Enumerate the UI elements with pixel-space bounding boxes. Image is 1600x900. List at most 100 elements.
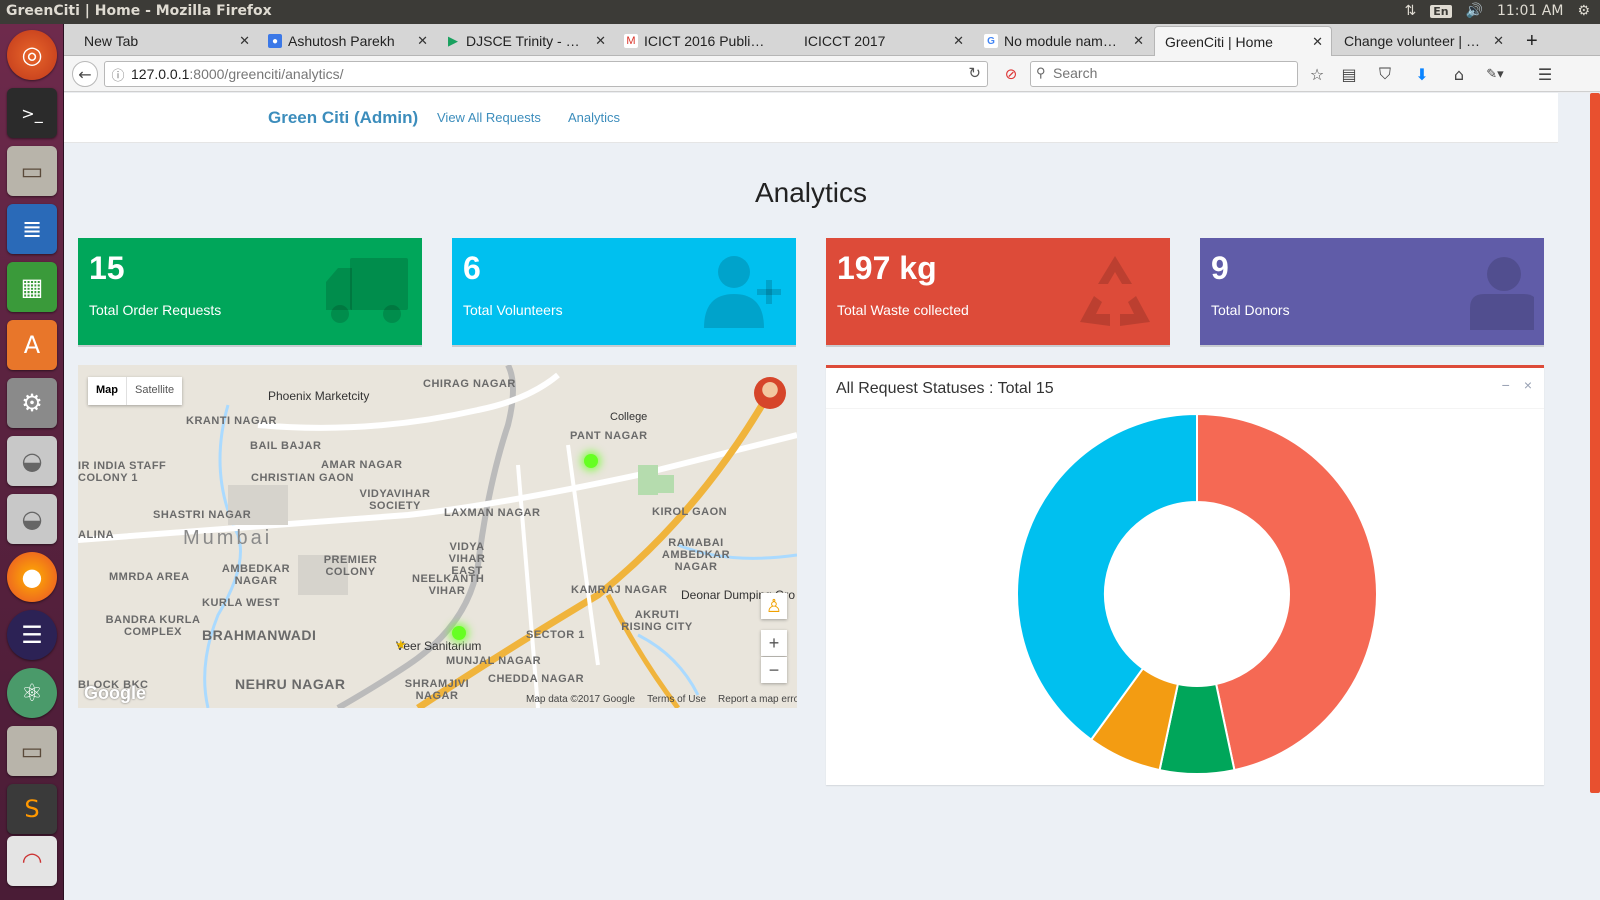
close-icon[interactable]: ✕ xyxy=(417,33,428,49)
url-text[interactable]: 127.0.0.1:8000/greenciti/analytics/ xyxy=(131,66,343,82)
zoom-in-button[interactable]: + xyxy=(761,630,787,656)
close-icon[interactable]: ✕ xyxy=(953,33,964,49)
close-icon[interactable]: ✕ xyxy=(1493,33,1504,49)
search-input[interactable] xyxy=(1053,65,1283,81)
url-bar[interactable]: ⓘ 127.0.0.1:8000/greenciti/analytics/ ↻ xyxy=(104,61,988,87)
play-icon: ▶ xyxy=(448,33,458,48)
clock[interactable]: 11:01 AM xyxy=(1497,3,1563,19)
menu-icon[interactable]: ☰ xyxy=(1532,61,1558,87)
system-settings-icon[interactable]: ⚙ xyxy=(7,378,57,428)
eclipse-icon[interactable]: ☰ xyxy=(7,610,57,660)
atom-icon[interactable]: ⚛ xyxy=(7,668,57,718)
tab-icict-2016[interactable]: M ICICT 2016 Publi… xyxy=(614,26,792,56)
map-place-label: BANDRA KURLA COMPLEX xyxy=(105,614,201,638)
bookmark-star-icon[interactable]: ☆ xyxy=(1304,61,1330,87)
map-poi-label: College xyxy=(610,411,648,423)
map-report-link[interactable]: Report a map error xyxy=(718,694,797,705)
settings-icon[interactable]: ⚙ xyxy=(1577,3,1590,19)
keyboard-indicator[interactable]: En xyxy=(1430,4,1452,18)
home-icon[interactable]: ⌂ xyxy=(1446,61,1472,87)
map-place-label: KURLA WEST xyxy=(202,597,280,609)
map-poi-label: Veer Sanitarium xyxy=(396,639,482,653)
map-marker[interactable] xyxy=(452,626,466,640)
tab-change-volunteer[interactable]: Change volunteer | … ✕ xyxy=(1334,26,1512,56)
calc-icon[interactable]: ▦ xyxy=(7,262,57,312)
map-place-label: SECTOR 1 xyxy=(526,629,585,641)
minimize-button[interactable]: − xyxy=(1502,377,1510,393)
extension-icon[interactable]: ✎▾ xyxy=(1482,61,1508,87)
ubuntu-dash-icon[interactable]: ◎ xyxy=(7,30,57,80)
network-icon[interactable]: ⇅ xyxy=(1404,3,1416,19)
scrollbar-thumb[interactable] xyxy=(1590,93,1600,793)
close-icon[interactable]: ✕ xyxy=(1312,34,1323,50)
tab-icicct-2017[interactable]: ICICCT 2017 ✕ xyxy=(794,26,972,56)
system-tray: ⇅ En 🔊 11:01 AM ⚙ xyxy=(1404,3,1590,19)
panel-title: All Request Statuses : Total 15 xyxy=(836,380,1054,397)
close-button[interactable]: × xyxy=(1524,377,1532,393)
stat-total-order-requests: 15 Total Order Requests xyxy=(78,238,422,345)
truck-icon xyxy=(326,258,408,323)
stat-total-donors: 9 Total Donors xyxy=(1200,238,1544,345)
request-status-panel: All Request Statuses : Total 15 − × xyxy=(826,365,1544,785)
tab-no-module[interactable]: G No module nam… ✕ xyxy=(974,26,1152,56)
terminal-icon[interactable]: >_ xyxy=(7,88,57,138)
pegman-icon[interactable]: ♙ xyxy=(761,593,787,619)
pocket-icon[interactable]: ⛉ xyxy=(1372,61,1398,87)
avatar[interactable] xyxy=(754,377,786,409)
tab-greenciti-home[interactable]: GreenCiti | Home ✕ xyxy=(1154,26,1332,56)
tab-new-tab[interactable]: New Tab ✕ xyxy=(74,26,258,56)
close-icon[interactable]: ✕ xyxy=(239,33,250,49)
map[interactable]: CHIRAG NAGAR KRANTI NAGAR BAIL BAJAR AMA… xyxy=(78,365,797,708)
map-place-label: LAXMAN NAGAR xyxy=(444,507,541,519)
map-terms-link[interactable]: Terms of Use xyxy=(647,694,706,705)
panel-tools: − × xyxy=(1502,377,1532,393)
donut-chart xyxy=(1016,412,1378,775)
map-place-label: PREMIER COLONY xyxy=(323,554,378,578)
zoom-out-button[interactable]: − xyxy=(761,657,787,683)
map-city-label: Mumbai xyxy=(183,527,273,549)
reading-list-icon[interactable]: ▤ xyxy=(1336,61,1362,87)
blocked-icon[interactable]: ⊘ xyxy=(998,61,1024,87)
new-tab-button[interactable]: + xyxy=(1516,26,1552,56)
brand-link[interactable]: Green Citi (Admin) xyxy=(268,108,418,128)
files-icon-2[interactable]: ▭ xyxy=(7,726,57,776)
gmail-icon: M xyxy=(624,34,638,48)
google-logo: Google xyxy=(84,683,146,703)
firefox-icon[interactable]: ● xyxy=(7,552,57,602)
map-type-satellite-button[interactable]: Satellite xyxy=(126,377,182,405)
map-footer: Map data ©2017 Google Terms of Use Repor… xyxy=(526,694,797,705)
stat-total-waste: 197 kg Total Waste collected xyxy=(826,238,1170,345)
download-icon[interactable]: ⬇ xyxy=(1409,61,1435,87)
writer-icon[interactable]: ≣ xyxy=(7,204,57,254)
tab-strip: New Tab ✕ ● Ashutosh Parekh ✕ ▶ DJSCE Tr… xyxy=(64,24,1600,56)
nav-analytics[interactable]: Analytics xyxy=(568,110,620,125)
disk-icon-2[interactable]: ◒ xyxy=(7,494,57,544)
map-type-map-button[interactable]: Map xyxy=(88,377,126,405)
window-title: GreenCiti | Home - Mozilla Firefox xyxy=(6,3,272,19)
search-icon: ⚲ xyxy=(1036,65,1046,80)
reload-icon[interactable]: ↻ xyxy=(968,64,981,82)
map-place-label: SHASTRI NAGAR xyxy=(153,509,252,521)
map-place-label: VIDYAVIHAR SOCIETY xyxy=(359,488,431,512)
map-place-label: KRANTI NAGAR xyxy=(186,415,277,427)
tab-djsce-trinity[interactable]: ▶ DJSCE Trinity - … ✕ xyxy=(436,26,614,56)
tab-ashutosh-parekh[interactable]: ● Ashutosh Parekh ✕ xyxy=(258,26,436,56)
scrollbar[interactable] xyxy=(1558,93,1600,900)
info-icon[interactable]: ⓘ xyxy=(105,62,131,86)
stat-value: 15 xyxy=(89,250,125,286)
stat-total-volunteers: 6 Total Volunteers xyxy=(452,238,796,345)
files-icon[interactable]: ▭ xyxy=(7,146,57,196)
sublime-icon[interactable]: S xyxy=(7,784,57,834)
volume-icon[interactable]: 🔊 xyxy=(1466,3,1483,19)
map-place-label: BAIL BAJAR xyxy=(250,440,322,452)
map-marker[interactable] xyxy=(584,454,598,468)
back-button[interactable]: ← xyxy=(72,61,98,87)
close-icon[interactable]: ✕ xyxy=(1133,33,1144,49)
disk-icon[interactable]: ◒ xyxy=(7,436,57,486)
software-center-icon[interactable]: A xyxy=(7,320,57,370)
nav-view-all-requests[interactable]: View All Requests xyxy=(437,110,541,125)
pdf-icon[interactable]: ◠ xyxy=(7,836,57,886)
close-icon[interactable]: ✕ xyxy=(595,33,606,49)
google-icon: G xyxy=(984,34,998,48)
search-bar[interactable]: ⚲ xyxy=(1030,61,1298,87)
